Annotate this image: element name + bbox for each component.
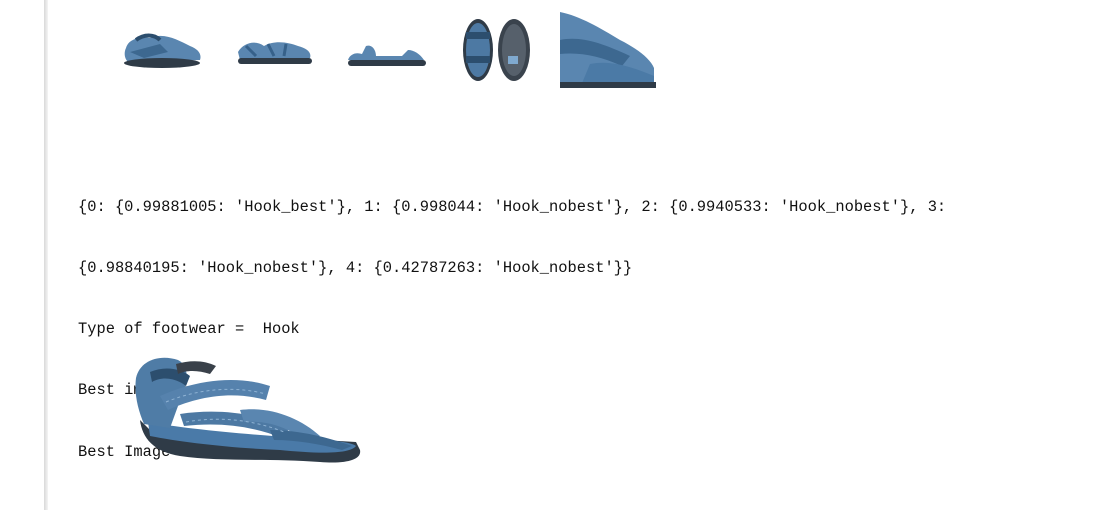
footwear-type-line: Type of footwear = Hook <box>78 320 300 339</box>
thumbnail-image-2 <box>348 45 426 66</box>
thumbnail-image-0 <box>124 33 201 68</box>
prediction-dict-line-2: {0.98840195: 'Hook_nobest'}, 4: {0.42787… <box>78 259 633 278</box>
thumbnail-image-4 <box>560 6 656 88</box>
best-image <box>135 357 361 463</box>
bottom-margin <box>0 510 1101 532</box>
thumbnail-image-1 <box>238 42 312 64</box>
thumbnail-row <box>0 0 700 100</box>
prediction-dict-line-1: {0: {0.99881005: 'Hook_best'}, 1: {0.998… <box>78 197 947 216</box>
thumbnail-image-3 <box>463 19 530 81</box>
